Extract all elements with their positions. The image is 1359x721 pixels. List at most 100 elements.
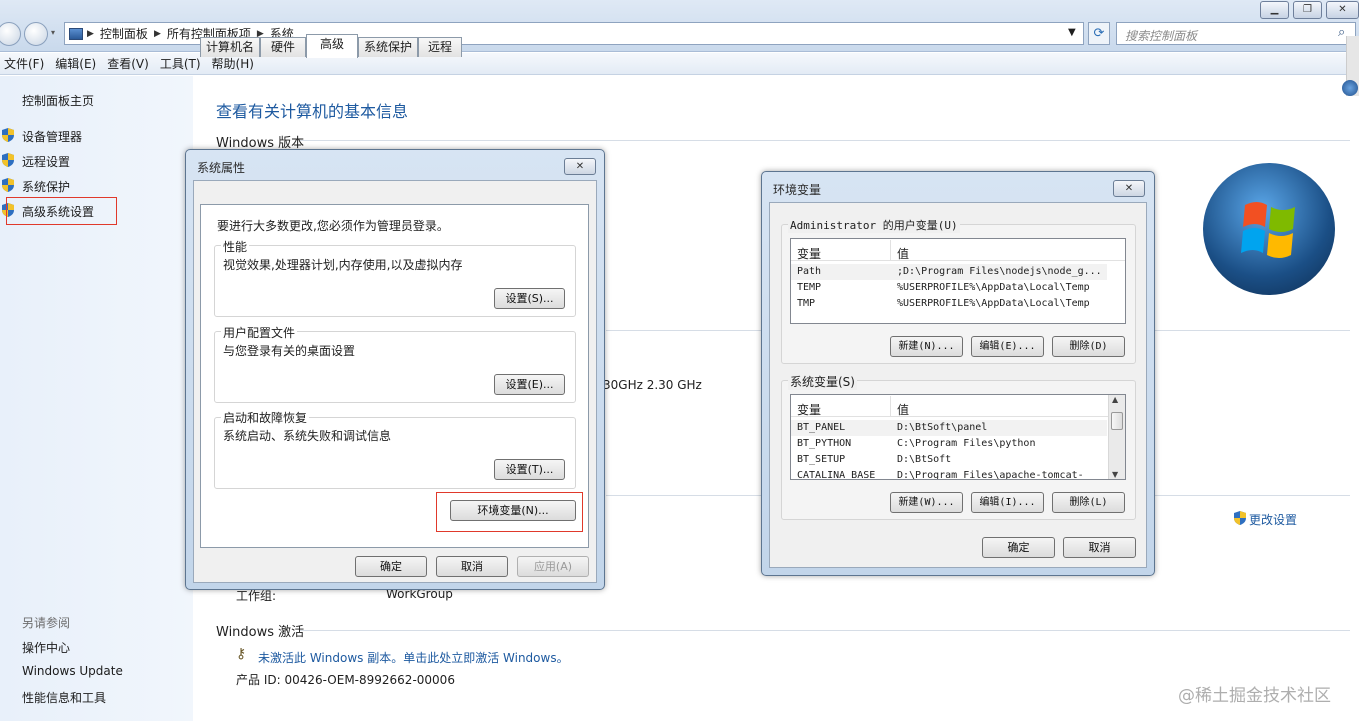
sidebar-item-remote-settings[interactable]: 远程设置 — [22, 153, 70, 170]
admin-note: 要进行大多数更改,您必须作为管理员登录。 — [217, 219, 449, 233]
table-row-value: %USERPROFILE%\AppData\Local\Temp — [897, 298, 1090, 309]
refresh-icon[interactable]: ⟳ — [1088, 22, 1110, 45]
table-row-value: %USERPROFILE%\AppData\Local\Temp — [897, 282, 1090, 293]
table-row-value: D:\BtSoft — [897, 454, 952, 465]
shield-icon — [1, 177, 15, 193]
menu-tools[interactable]: 工具(T) — [156, 55, 208, 72]
column-header-value[interactable]: 值 — [897, 401, 909, 418]
environment-variables-button[interactable]: 环境变量(N)... — [450, 500, 576, 521]
system-delete-button[interactable]: 删除(L) — [1052, 492, 1125, 513]
tab-computer-name[interactable]: 计算机名 — [200, 37, 260, 57]
table-row-value: D:\BtSoft\panel — [897, 422, 988, 433]
user-new-button[interactable]: 新建(N)... — [890, 336, 963, 357]
environment-variables-title: 环境变量 — [773, 183, 822, 197]
tab-advanced[interactable]: 高级 — [306, 34, 358, 58]
address-dropdown-icon[interactable]: ▼ — [1068, 27, 1076, 38]
close-icon[interactable]: ✕ — [564, 158, 596, 175]
computer-icon — [69, 27, 83, 40]
activate-windows-link[interactable]: 未激活此 Windows 副本。单击此处立即激活 Windows。 — [258, 649, 569, 666]
shield-icon — [1233, 510, 1247, 526]
ok-button[interactable]: 确定 — [355, 556, 427, 577]
system-variables-label: 系统变量(S) — [788, 373, 857, 390]
startup-recovery-settings-button[interactable]: 设置(T)... — [494, 459, 565, 480]
env-cancel-button[interactable]: 取消 — [1063, 537, 1136, 558]
column-divider — [890, 240, 891, 260]
chevron-right-icon: ▶ — [153, 28, 161, 39]
see-also-performance-tools[interactable]: 性能信息和工具 — [22, 689, 106, 706]
startup-recovery-label: 启动和故障恢复 — [221, 409, 310, 426]
table-row-name: Path — [797, 266, 822, 277]
menu-edit[interactable]: 编辑(E) — [51, 55, 103, 72]
maximize-button[interactable]: ❐ — [1293, 1, 1322, 19]
menu-view[interactable]: 查看(V) — [103, 55, 156, 72]
breadcrumb-control-panel[interactable]: 控制面板 — [94, 25, 154, 42]
scrollbar[interactable]: ▲ ▼ — [1108, 395, 1125, 479]
menu-file[interactable]: 文件(F) — [0, 55, 51, 72]
system-properties-title: 系统属性 — [197, 161, 246, 175]
page-title: 查看有关计算机的基本信息 — [216, 102, 409, 121]
scrollbar-thumb[interactable] — [1111, 412, 1123, 430]
user-edit-button[interactable]: 编辑(E)... — [971, 336, 1044, 357]
column-header-value[interactable]: 值 — [897, 245, 909, 262]
sidebar-item-advanced-system-settings[interactable]: 高级系统设置 — [22, 203, 94, 220]
product-id: 产品 ID: 00426-OEM-8992662-00006 — [236, 673, 455, 687]
column-header-variable[interactable]: 变量 — [797, 401, 821, 418]
see-also-heading: 另请参阅 — [22, 616, 71, 630]
performance-label: 性能 — [221, 238, 250, 255]
env-ok-button[interactable]: 确定 — [982, 537, 1055, 558]
table-row-name: CATALINA_BASE — [797, 470, 876, 479]
divider — [300, 140, 1350, 141]
column-divider — [890, 396, 891, 416]
tab-system-protection[interactable]: 系统保护 — [358, 37, 418, 57]
startup-recovery-description: 系统启动、系统失败和调试信息 — [223, 429, 392, 443]
table-row-clipped: CATALINA_BASE D:\Program Files\apache-to… — [791, 468, 1107, 479]
shield-icon — [1, 127, 15, 143]
user-profiles-settings-button[interactable]: 设置(E)... — [494, 374, 565, 395]
menu-help[interactable]: 帮助(H) — [208, 55, 261, 72]
table-row-name: BT_SETUP — [797, 454, 846, 465]
table-row-name: TMP — [797, 298, 816, 309]
user-profiles-description: 与您登录有关的桌面设置 — [223, 344, 356, 358]
system-new-button[interactable]: 新建(W)... — [890, 492, 963, 513]
tab-remote[interactable]: 远程 — [418, 37, 462, 57]
list-header — [791, 239, 1125, 261]
user-delete-button[interactable]: 删除(D) — [1052, 336, 1125, 357]
sidebar-item-device-manager[interactable]: 设备管理器 — [22, 128, 82, 145]
watermark: @稀土掘金技术社区 — [1178, 686, 1331, 706]
list-header — [791, 395, 1109, 417]
help-icon[interactable] — [1342, 80, 1358, 96]
scroll-down-icon[interactable]: ▼ — [1112, 470, 1118, 479]
table-row-value: D:\Program Files\apache-tomcat- — [897, 470, 1084, 479]
table-row-name: BT_PYTHON — [797, 438, 852, 449]
cancel-button[interactable]: 取消 — [436, 556, 508, 577]
close-window-button[interactable]: ✕ — [1326, 1, 1359, 19]
history-dropdown-icon[interactable]: ▾ — [51, 28, 55, 37]
close-icon[interactable]: ✕ — [1113, 180, 1145, 197]
key-icon: ⚷ — [236, 646, 247, 662]
search-input[interactable]: 搜索控制面板 — [1116, 22, 1356, 45]
sidebar-item-system-protection[interactable]: 系统保护 — [22, 178, 70, 195]
performance-settings-button[interactable]: 设置(S)... — [494, 288, 565, 309]
apply-button[interactable]: 应用(A) — [517, 556, 589, 577]
tab-hardware[interactable]: 硬件 — [260, 37, 306, 57]
divider — [300, 630, 1350, 631]
see-also-windows-update[interactable]: Windows Update — [22, 664, 123, 678]
minimize-button[interactable]: ▁ — [1260, 1, 1289, 19]
system-edit-button[interactable]: 编辑(I)... — [971, 492, 1044, 513]
scroll-up-icon[interactable]: ▲ — [1112, 395, 1118, 404]
control-panel-home-link[interactable]: 控制面板主页 — [22, 92, 94, 109]
processor-speed: 30GHz 2.30 GHz — [603, 378, 702, 392]
user-variables-label: Administrator 的用户变量(U) — [788, 217, 960, 233]
table-row-name: BT_PANEL — [797, 422, 846, 433]
performance-description: 视觉效果,处理器计划,内存使用,以及虚拟内存 — [223, 258, 463, 272]
table-row-value: ;D:\Program Files\nodejs\node_g... — [897, 266, 1102, 277]
search-icon[interactable]: ⌕ — [1338, 25, 1345, 40]
shield-icon — [1, 152, 15, 168]
table-row-name: TEMP — [797, 282, 822, 293]
see-also-action-center[interactable]: 操作中心 — [22, 639, 70, 656]
chevron-right-icon: ▶ — [87, 28, 94, 39]
user-profiles-label: 用户配置文件 — [221, 324, 298, 341]
column-header-variable[interactable]: 变量 — [797, 245, 821, 262]
forward-button[interactable] — [24, 22, 48, 46]
change-settings-link[interactable]: 更改设置 — [1249, 511, 1297, 528]
